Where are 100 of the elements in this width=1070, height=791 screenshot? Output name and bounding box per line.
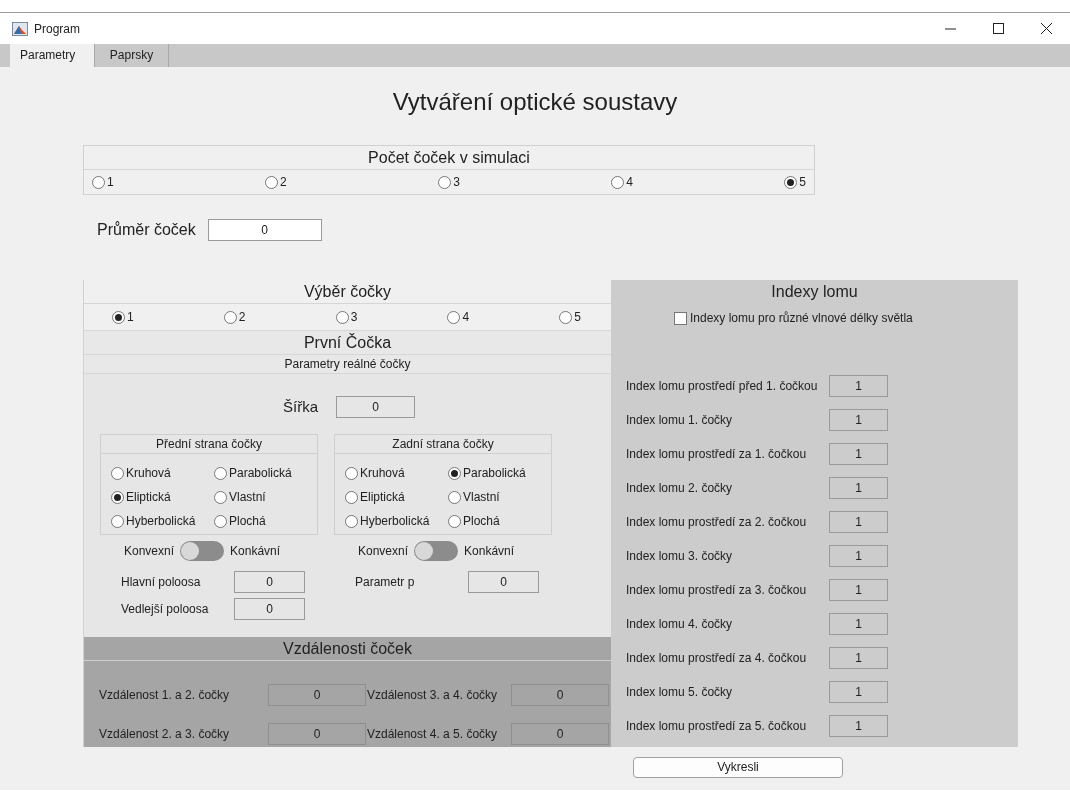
- input-field[interactable]: 0: [268, 723, 366, 745]
- field-label: Index lomu prostředí za 3. čočkou: [626, 582, 808, 599]
- radio-option[interactable]: 1: [112, 308, 134, 326]
- maximize-icon: [992, 23, 1004, 34]
- input-field[interactable]: 1: [829, 375, 888, 397]
- radio-option[interactable]: 5: [784, 173, 806, 191]
- radio-option[interactable]: 4: [611, 173, 633, 191]
- field-label: Index lomu prostředí za 5. čočkou: [626, 718, 808, 735]
- panel-title: Výběr čočky: [84, 280, 611, 304]
- section-title: První Čočka: [84, 331, 611, 355]
- page-heading: Vytváření optické soustavy: [391, 87, 679, 117]
- radio-button[interactable]: [447, 310, 461, 324]
- field-label: Parametr p: [355, 574, 416, 591]
- radio-option[interactable]: Vlastní: [448, 488, 551, 506]
- radio-button[interactable]: [111, 514, 124, 528]
- input-field[interactable]: 0: [468, 571, 539, 593]
- radio-option[interactable]: Kruhová: [111, 464, 214, 482]
- field-label: Index lomu 1. čočky: [626, 412, 734, 429]
- field-label: Hlavní poloosa: [121, 574, 202, 591]
- field-label: Vzdálenost 2. a 3. čočky: [99, 726, 230, 743]
- window-title: Program: [34, 20, 80, 38]
- checkbox-option[interactable]: Indexy lomu pro různé vlnové délky světla: [674, 310, 1018, 326]
- radio-button[interactable]: [448, 514, 461, 528]
- field-label: Vzdálenost 1. a 2. čočky: [99, 687, 230, 704]
- radio-option[interactable]: 2: [223, 308, 246, 326]
- input-field[interactable]: 1: [829, 477, 888, 499]
- input-field[interactable]: 0: [336, 396, 415, 418]
- switch-label: Konkávní: [464, 543, 515, 560]
- radio-option[interactable]: Kruhová: [345, 464, 448, 482]
- radio-option[interactable]: Plochá: [214, 512, 317, 530]
- field-label: Index lomu prostředí před 1. čočkou: [626, 378, 819, 395]
- input-field[interactable]: 1: [829, 681, 888, 703]
- radio-button[interactable]: [214, 466, 227, 480]
- radio-option[interactable]: 4: [447, 308, 470, 326]
- radio-option[interactable]: 1: [92, 173, 114, 191]
- close-icon: [1040, 23, 1052, 34]
- panel-title: Indexy lomu: [770, 282, 859, 302]
- input-field[interactable]: 0: [234, 571, 305, 593]
- radio-option[interactable]: Eliptická: [111, 488, 214, 506]
- radio-option[interactable]: Parabolická: [214, 464, 317, 482]
- mountain-icon: [12, 21, 28, 36]
- radio-button[interactable]: [611, 175, 625, 189]
- input-field[interactable]: 1: [829, 545, 888, 567]
- input-field[interactable]: 1: [829, 511, 888, 533]
- radio-button[interactable]: [214, 514, 227, 528]
- field-label: Index lomu 2. čočky: [626, 480, 734, 497]
- radio-button[interactable]: [92, 175, 105, 189]
- radio-button[interactable]: [559, 310, 573, 324]
- radio-button[interactable]: [214, 490, 227, 504]
- radio-option[interactable]: Eliptická: [345, 488, 448, 506]
- input-field[interactable]: 0: [511, 723, 609, 745]
- radio-button[interactable]: [335, 310, 349, 324]
- group-title: Zadní strana čočky: [335, 435, 551, 454]
- switch-label: Konvexní: [124, 543, 175, 560]
- input-field[interactable]: 0: [268, 684, 366, 706]
- radio-button[interactable]: [265, 175, 279, 189]
- group-title: Přední strana čočky: [101, 435, 317, 454]
- radio-option[interactable]: Hyberbolická: [111, 512, 214, 530]
- radio-button[interactable]: [448, 466, 461, 480]
- radio-button[interactable]: [223, 310, 237, 324]
- draw-button[interactable]: Vykresli: [633, 757, 843, 778]
- input-field[interactable]: 0: [234, 598, 305, 620]
- toggle-switch[interactable]: [414, 541, 459, 561]
- field-label: Vzdálenost 3. a 4. čočky: [367, 687, 498, 704]
- radio-button[interactable]: [345, 490, 358, 504]
- input-field[interactable]: 1: [829, 613, 888, 635]
- field-label: Index lomu 4. čočky: [626, 616, 734, 633]
- input-field[interactable]: 1: [829, 579, 888, 601]
- input-field[interactable]: 0: [511, 684, 609, 706]
- input-field[interactable]: 1: [829, 409, 888, 431]
- tab[interactable]: Parametry: [10, 44, 95, 67]
- radio-option[interactable]: 3: [335, 308, 358, 326]
- radio-option[interactable]: Parabolická: [448, 464, 551, 482]
- radio-button[interactable]: [345, 466, 358, 480]
- toggle-switch[interactable]: [180, 541, 225, 561]
- radio-button[interactable]: [111, 490, 124, 504]
- radio-button[interactable]: [345, 514, 358, 528]
- radio-button[interactable]: [111, 466, 124, 480]
- input-field[interactable]: 1: [829, 647, 888, 669]
- section-title: Vzdálenosti čoček: [84, 637, 611, 661]
- radio-button[interactable]: [438, 175, 452, 189]
- field-label: Průměr čoček: [97, 220, 196, 240]
- radio-option[interactable]: Hyberbolická: [345, 512, 448, 530]
- input-field[interactable]: 1: [829, 715, 888, 737]
- radio-option[interactable]: Plochá: [448, 512, 551, 530]
- field-label: Index lomu prostředí za 2. čočkou: [626, 514, 808, 531]
- switch-label: Konvexní: [358, 543, 409, 560]
- radio-option[interactable]: 3: [438, 173, 460, 191]
- field-label: Vzdálenost 4. a 5. čočky: [367, 726, 498, 743]
- checkbox[interactable]: [674, 311, 687, 325]
- input-field[interactable]: 0: [207, 219, 322, 241]
- input-field[interactable]: 1: [829, 443, 888, 465]
- radio-option[interactable]: Vlastní: [214, 488, 317, 506]
- radio-button[interactable]: [112, 310, 125, 324]
- radio-option[interactable]: 2: [265, 173, 287, 191]
- panel-title: Počet čoček v simulaci: [84, 146, 814, 170]
- radio-option[interactable]: 5: [559, 308, 581, 326]
- radio-button[interactable]: [448, 490, 461, 504]
- radio-button[interactable]: [784, 175, 798, 189]
- field-label: Index lomu 5. čočky: [626, 684, 734, 701]
